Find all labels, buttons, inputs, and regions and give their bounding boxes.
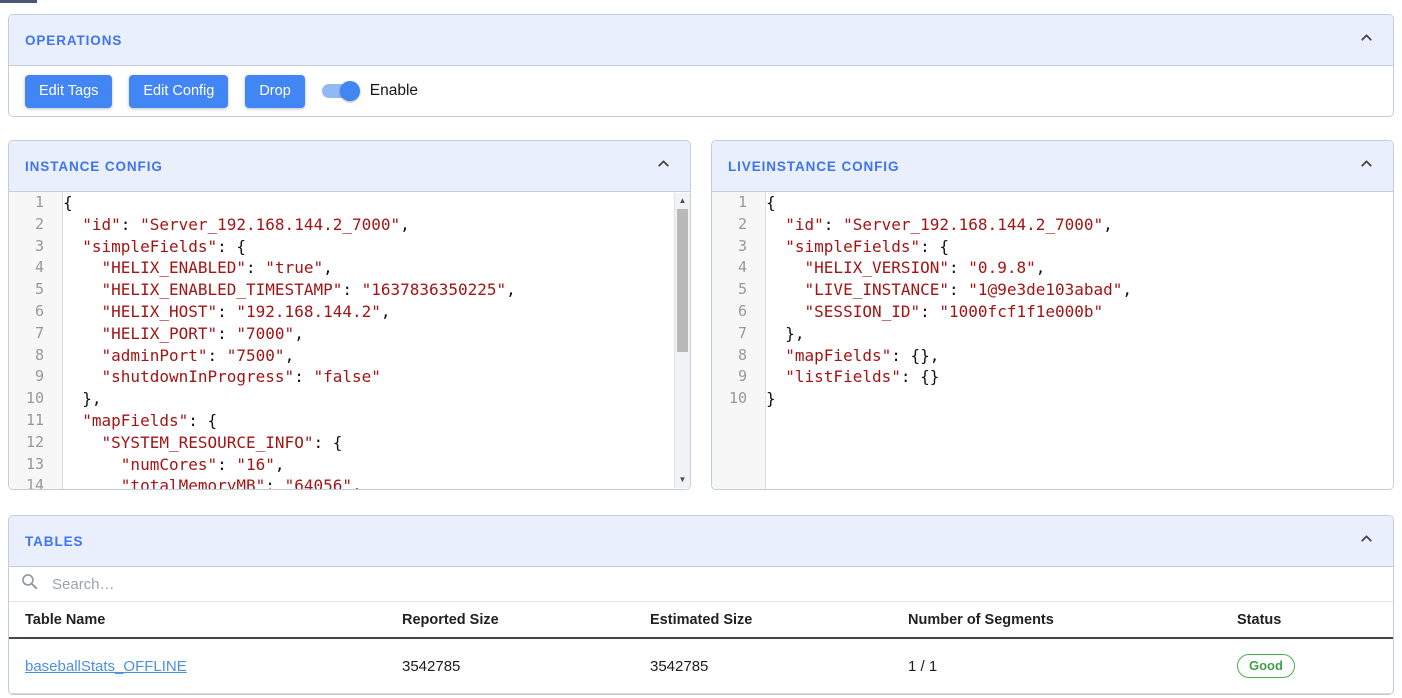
drop-button[interactable]: Drop xyxy=(245,75,304,108)
edit-config-button[interactable]: Edit Config xyxy=(129,75,228,108)
column-header-status[interactable]: Status xyxy=(1221,602,1393,638)
segments-cell: 1 / 1 xyxy=(892,638,1221,694)
operations-header: OPERATIONS xyxy=(9,15,1393,66)
scrollbar-thumb[interactable] xyxy=(677,209,688,352)
operations-title: OPERATIONS xyxy=(25,33,122,48)
tables-title: TABLES xyxy=(25,534,83,549)
instance-config-panel: INSTANCE CONFIG 1{2 "id": "Server_192.16… xyxy=(8,140,691,490)
edit-tags-button[interactable]: Edit Tags xyxy=(25,75,112,108)
instance-config-header: INSTANCE CONFIG xyxy=(9,141,690,192)
chevron-up-icon xyxy=(1358,29,1375,51)
liveinstance-config-panel: LIVEINSTANCE CONFIG 1{2 "id": "Server_19… xyxy=(711,140,1394,490)
reported-size-cell: 3542785 xyxy=(386,638,634,694)
status-badge: Good xyxy=(1237,654,1295,678)
liveinstance-config-editor[interactable]: 1{2 "id": "Server_192.168.144.2_7000",3 … xyxy=(712,192,1393,490)
search-input[interactable] xyxy=(52,576,1382,593)
top-edge-mark xyxy=(0,0,37,3)
operations-collapse-button[interactable] xyxy=(1358,29,1375,51)
operations-panel: OPERATIONS Edit Tags Edit Config Drop En… xyxy=(8,14,1394,117)
page: OPERATIONS Edit Tags Edit Config Drop En… xyxy=(0,0,1402,695)
chevron-up-icon xyxy=(1358,155,1375,177)
instance-config-scrollbar[interactable]: ▲ ▼ xyxy=(674,193,690,488)
config-row: INSTANCE CONFIG 1{2 "id": "Server_192.16… xyxy=(8,140,1394,490)
tables-search-row xyxy=(9,567,1393,602)
tables-table: Table Name Reported Size Estimated Size … xyxy=(9,602,1393,694)
instance-config-editor[interactable]: 1{2 "id": "Server_192.168.144.2_7000",3 … xyxy=(9,192,690,490)
chevron-up-icon xyxy=(655,155,672,177)
column-header-number-of-segments[interactable]: Number of Segments xyxy=(892,602,1221,638)
tables-collapse-button[interactable] xyxy=(1358,530,1375,552)
instance-config-collapse-button[interactable] xyxy=(655,155,672,177)
instance-config-title: INSTANCE CONFIG xyxy=(25,159,163,174)
toggle-thumb xyxy=(340,81,360,101)
column-header-table-name[interactable]: Table Name xyxy=(9,602,386,638)
table-row: baseballStats_OFFLINE 3542785 3542785 1 … xyxy=(9,638,1393,694)
liveinstance-config-header: LIVEINSTANCE CONFIG xyxy=(712,141,1393,192)
enable-toggle[interactable] xyxy=(320,80,360,102)
search-icon xyxy=(20,572,52,596)
table-name-link[interactable]: baseballStats_OFFLINE xyxy=(25,658,187,675)
liveinstance-config-collapse-button[interactable] xyxy=(1358,155,1375,177)
scroll-up-icon[interactable]: ▲ xyxy=(675,195,690,207)
operations-body: Edit Tags Edit Config Drop Enable xyxy=(9,66,1393,116)
liveinstance-config-title: LIVEINSTANCE CONFIG xyxy=(728,159,899,174)
column-header-reported-size[interactable]: Reported Size xyxy=(386,602,634,638)
table-header-row: Table Name Reported Size Estimated Size … xyxy=(9,602,1393,638)
chevron-up-icon xyxy=(1358,530,1375,552)
scroll-down-icon[interactable]: ▼ xyxy=(675,474,690,486)
tables-panel: TABLES Table Name Reported Size Estimate… xyxy=(8,515,1394,695)
column-header-estimated-size[interactable]: Estimated Size xyxy=(634,602,892,638)
enable-toggle-label: Enable xyxy=(370,82,418,100)
estimated-size-cell: 3542785 xyxy=(634,638,892,694)
tables-header: TABLES xyxy=(9,516,1393,567)
